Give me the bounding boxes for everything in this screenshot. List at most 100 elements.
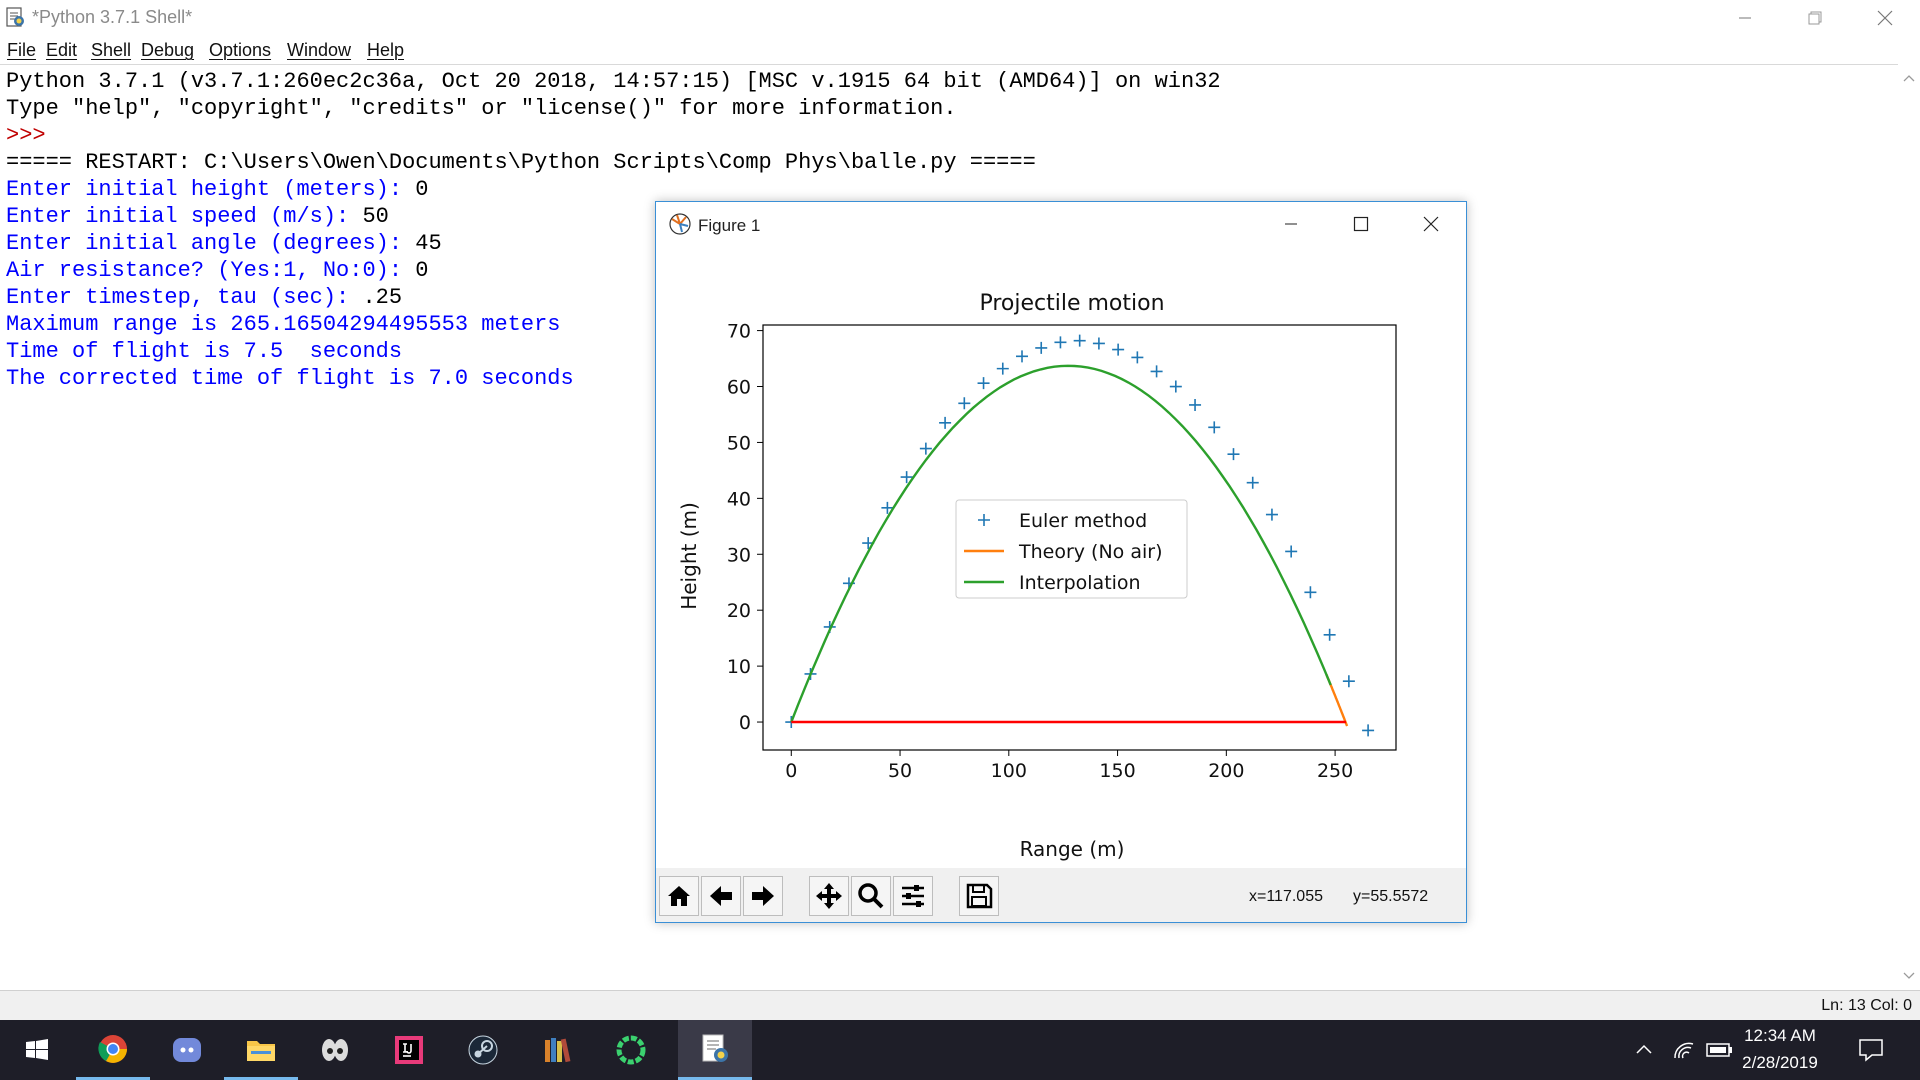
- configure-subplots-button[interactable]: [893, 876, 933, 916]
- figure-window[interactable]: Figure 1 0 50 100 150 200 250 0 10 20 30 40 50 60 70 …: [655, 201, 1467, 923]
- input-prompt: Air resistance? (Yes:1, No:0):: [6, 258, 416, 283]
- zoom-button[interactable]: [851, 876, 891, 916]
- taskbar-books-app[interactable]: [520, 1020, 594, 1080]
- menu-bar: File Edit Shell Debug Options Window Hel…: [0, 36, 1920, 64]
- pan-button[interactable]: [809, 876, 849, 916]
- zoom-icon: [858, 883, 884, 909]
- figure-toolbar: x=117.055 y=55.5572: [656, 868, 1466, 922]
- shell-prompt: >>>: [6, 123, 59, 148]
- input-prompt: Enter initial speed (m/s):: [6, 204, 363, 229]
- x-tick-label: 200: [1208, 760, 1244, 782]
- taskbar-chrome[interactable]: [76, 1020, 150, 1080]
- eyes-app-icon: [322, 1039, 348, 1061]
- y-tick-label: 10: [727, 656, 751, 678]
- taskbar-app-8[interactable]: [594, 1020, 668, 1080]
- clock-time[interactable]: 12:34 AM: [1730, 1026, 1830, 1046]
- input-prompt: Enter timestep, tau (sec):: [6, 285, 363, 310]
- input-value: 0: [415, 258, 429, 283]
- chrome-icon: [98, 1034, 127, 1063]
- y-tick-label: 20: [727, 600, 751, 622]
- menu-options[interactable]: Options: [209, 40, 271, 61]
- discord-icon: [173, 1038, 201, 1062]
- home-button[interactable]: [659, 876, 699, 916]
- taskbar-steam[interactable]: [446, 1020, 520, 1080]
- menu-window[interactable]: Window: [287, 40, 351, 61]
- menu-edit[interactable]: Edit: [46, 40, 77, 61]
- save-icon: [966, 883, 993, 909]
- save-button[interactable]: [959, 876, 999, 916]
- arrow-left-icon: [710, 886, 732, 906]
- vertical-scrollbar[interactable]: [1898, 64, 1920, 990]
- start-button[interactable]: [0, 1020, 74, 1080]
- input-prompt: Enter initial angle (degrees):: [6, 231, 416, 256]
- legend-label: Interpolation: [1019, 572, 1141, 594]
- windows-logo-icon: [26, 1039, 48, 1060]
- menu-shell[interactable]: Shell: [91, 40, 131, 61]
- intellij-icon: [395, 1036, 423, 1064]
- shell-input-line: Air resistance? (Yes:1, No:0): 0: [6, 258, 428, 284]
- move-icon: [816, 883, 842, 909]
- y-tick-label: 70: [727, 321, 751, 343]
- restore-button[interactable]: [1780, 0, 1850, 36]
- taskbar-intellij[interactable]: [372, 1020, 446, 1080]
- y-tick-label: 0: [739, 712, 751, 734]
- status-bar: Ln: 13 Col: 0: [0, 990, 1920, 1021]
- input-value: 0: [415, 177, 429, 202]
- wifi-icon[interactable]: [1672, 1040, 1696, 1060]
- restore-icon: [1808, 11, 1822, 25]
- show-hidden-icons-icon[interactable]: [1635, 1042, 1653, 1056]
- line-column-indicator: Ln: 13 Col: 0: [1821, 997, 1912, 1014]
- y-tick-label: 50: [727, 432, 751, 454]
- taskbar-file-explorer[interactable]: [224, 1020, 298, 1080]
- clock-date[interactable]: 2/28/2019: [1730, 1053, 1830, 1073]
- shell-input-line: Enter timestep, tau (sec): .25: [6, 285, 402, 311]
- green-ring-icon: [616, 1035, 646, 1065]
- close-icon: [1877, 10, 1893, 26]
- taskbar-python-idle[interactable]: [678, 1020, 752, 1080]
- figure-maximize-button[interactable]: [1326, 202, 1396, 246]
- plot-canvas[interactable]: 0 50 100 150 200 250 0 10 20 30 40 50 60 70 Projectil…: [656, 246, 1466, 868]
- close-button[interactable]: [1850, 0, 1920, 36]
- taskbar-app-4[interactable]: [298, 1020, 372, 1080]
- figure-close-button[interactable]: [1396, 202, 1466, 246]
- close-icon: [1423, 216, 1439, 232]
- shell-input-line: Enter initial speed (m/s): 50: [6, 204, 389, 230]
- minimize-button[interactable]: [1710, 0, 1780, 36]
- input-value: 50: [362, 204, 389, 229]
- shell-input-line: Enter initial angle (degrees): 45: [6, 231, 442, 257]
- figure-title: Figure 1: [698, 216, 761, 235]
- y-tick-label: 60: [727, 377, 751, 399]
- chart-title: Projectile motion: [979, 291, 1164, 316]
- cursor-x-coordinate: x=117.055: [1249, 888, 1323, 905]
- taskbar-discord[interactable]: [150, 1020, 224, 1080]
- shell-line: Type "help", "copyright", "credits" or "…: [6, 96, 957, 121]
- folder-icon: [247, 1040, 275, 1061]
- notifications-icon[interactable]: [1858, 1038, 1884, 1062]
- cursor-y-coordinate: y=55.5572: [1353, 888, 1429, 905]
- legend-label: Theory (No air): [1018, 541, 1163, 563]
- menu-debug[interactable]: Debug: [141, 40, 194, 61]
- chart-legend: Euler method Theory (No air) Interpolation: [955, 499, 1188, 599]
- minimize-icon: [1285, 223, 1297, 225]
- shell-output-line: Maximum range is 265.16504294495553 mete…: [6, 312, 561, 337]
- input-prompt: Enter initial height (meters):: [6, 177, 416, 202]
- shell-titlebar: *Python 3.7.1 Shell*: [0, 0, 1920, 36]
- menu-file[interactable]: File: [7, 40, 36, 61]
- x-tick-label: 100: [991, 760, 1027, 782]
- home-icon: [668, 886, 690, 906]
- scroll-up-icon[interactable]: [1903, 72, 1915, 84]
- back-button[interactable]: [701, 876, 741, 916]
- shell-output-line: The corrected time of flight is 7.0 seco…: [6, 366, 574, 391]
- taskbar: 12:34 AM 2/28/2019: [0, 1020, 1920, 1080]
- legend-label: Euler method: [1019, 510, 1147, 532]
- figure-minimize-button[interactable]: [1256, 202, 1326, 246]
- y-axis-label: Height (m): [677, 502, 701, 610]
- input-value: 45: [415, 231, 442, 256]
- menu-help[interactable]: Help: [367, 40, 404, 61]
- forward-button[interactable]: [743, 876, 783, 916]
- x-tick-label: 150: [1099, 760, 1135, 782]
- maximize-icon: [1353, 216, 1369, 232]
- python-idle-icon: [6, 7, 24, 27]
- scroll-down-icon[interactable]: [1903, 970, 1915, 982]
- matplotlib-icon: [669, 213, 691, 235]
